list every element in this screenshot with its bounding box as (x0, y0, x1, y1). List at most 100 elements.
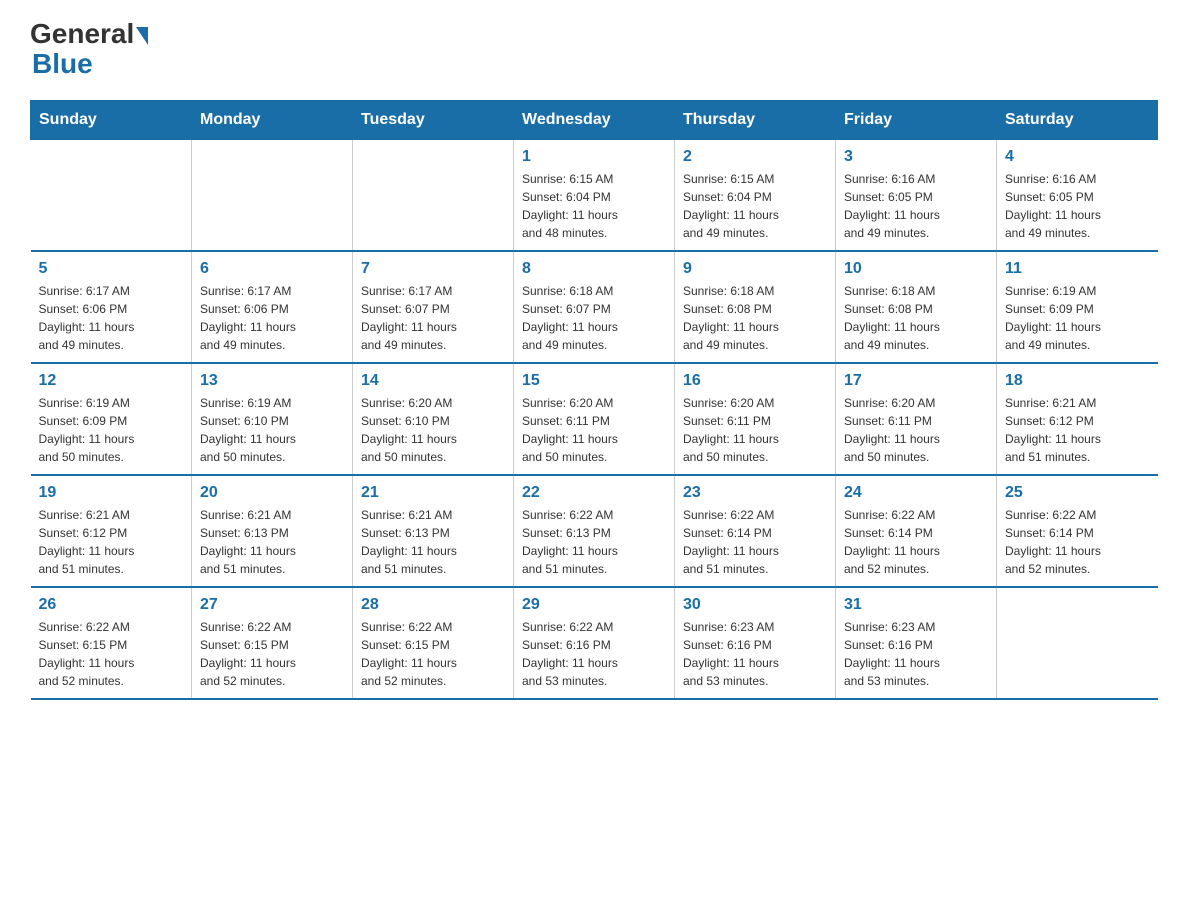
day-info: Sunrise: 6:22 AMSunset: 6:15 PMDaylight:… (39, 618, 184, 690)
logo: General Blue (30, 20, 148, 80)
calendar-cell: 5Sunrise: 6:17 AMSunset: 6:06 PMDaylight… (31, 251, 192, 363)
day-number: 5 (39, 260, 184, 278)
day-number: 27 (200, 596, 344, 614)
day-info: Sunrise: 6:23 AMSunset: 6:16 PMDaylight:… (683, 618, 827, 690)
calendar-cell: 25 Sunrise: 6:22 AMSunset: 6:14 PMDayligh… (997, 475, 1158, 587)
day-number: 29 (522, 596, 666, 614)
day-info: Sunrise: 6:22 AMSunset: 6:14 PMDaylight:… (683, 506, 827, 578)
header-monday: Monday (192, 101, 353, 140)
header-sunday: Sunday (31, 101, 192, 140)
day-info: Sunrise: 6:18 AMSunset: 6:08 PMDaylight:… (683, 282, 827, 354)
day-info: Sunrise: 6:22 AMSunset: 6:15 PMDaylight:… (361, 618, 505, 690)
day-number: 9 (683, 260, 827, 278)
calendar-cell: 2 Sunrise: 6:15 AMSunset: 6:04 PMDaylight… (675, 140, 836, 252)
calendar-week-row: 5 Sunrise: 6:17 AMSunset: 6:06 PMDaylight… (31, 251, 1158, 363)
day-info: Sunrise: 6:22 AMSunset: 6:15 PMDaylight:… (200, 618, 344, 690)
day-number: 3 (844, 148, 988, 166)
day-number: 22 (522, 484, 666, 502)
day-number: 30 (683, 596, 827, 614)
calendar-cell: 21Sunrise: 6:21 AMSunset: 6:13 PMDayligh… (353, 475, 514, 587)
calendar-cell: 24 Sunrise: 6:22 AMSunset: 6:14 PMDayligh… (836, 475, 997, 587)
calendar-week-row: 12 Sunrise: 6:19 AMSunset: 6:09 PMDayligh… (31, 363, 1158, 475)
day-info: Sunrise: 6:15 AMSunset: 6:04 PMDaylight:… (683, 170, 827, 242)
day-info: Sunrise: 6:21 AMSunset: 6:12 PMDaylight:… (39, 506, 184, 578)
day-info: Sunrise: 6:20 AMSunset: 6:11 PMDaylight:… (844, 394, 988, 466)
day-number: 7 (361, 260, 505, 278)
day-info: Sunrise: 6:18 AMSunset: 6:07 PMDaylight:… (522, 282, 666, 354)
day-info: Sunrise: 6:16 AMSunset: 6:05 PMDaylight:… (844, 170, 988, 242)
day-info: Sunrise: 6:21 AMSunset: 6:12 PMDaylight:… (1005, 394, 1150, 466)
day-info: Sunrise: 6:22 AMSunset: 6:14 PMDaylight:… (1005, 506, 1150, 578)
day-number: 31 (844, 596, 988, 614)
calendar-cell: 17 Sunrise: 6:20 AMSunset: 6:11 PMDayligh… (836, 363, 997, 475)
calendar-cell: 18 Sunrise: 6:21 AMSunset: 6:12 PMDayligh… (997, 363, 1158, 475)
calendar-cell (353, 140, 514, 252)
calendar-cell: 29 Sunrise: 6:22 AMSunset: 6:16 PMDayligh… (514, 587, 675, 699)
day-info: Sunrise: 6:22 AMSunset: 6:16 PMDaylight:… (522, 618, 666, 690)
calendar-cell: 9 Sunrise: 6:18 AMSunset: 6:08 PMDaylight… (675, 251, 836, 363)
day-info: Sunrise: 6:20 AMSunset: 6:11 PMDaylight:… (522, 394, 666, 466)
calendar-cell: 15 Sunrise: 6:20 AMSunset: 6:11 PMDayligh… (514, 363, 675, 475)
calendar-cell (997, 587, 1158, 699)
day-info: Sunrise: 6:19 AMSunset: 6:09 PMDaylight:… (39, 394, 184, 466)
day-info: Sunrise: 6:16 AMSunset: 6:05 PMDaylight:… (1005, 170, 1150, 242)
calendar-cell: 8 Sunrise: 6:18 AMSunset: 6:07 PMDaylight… (514, 251, 675, 363)
calendar-cell: 13Sunrise: 6:19 AMSunset: 6:10 PMDayligh… (192, 363, 353, 475)
calendar-cell: 16Sunrise: 6:20 AMSunset: 6:11 PMDayligh… (675, 363, 836, 475)
calendar-cell: 4 Sunrise: 6:16 AMSunset: 6:05 PMDaylight… (997, 140, 1158, 252)
day-number: 25 (1005, 484, 1150, 502)
day-number: 6 (200, 260, 344, 278)
day-number: 18 (1005, 372, 1150, 390)
header-saturday: Saturday (997, 101, 1158, 140)
calendar-week-row: 1Sunrise: 6:15 AMSunset: 6:04 PMDaylight… (31, 140, 1158, 252)
calendar-cell: 3 Sunrise: 6:16 AMSunset: 6:05 PMDaylight… (836, 140, 997, 252)
calendar-cell: 31 Sunrise: 6:23 AMSunset: 6:16 PMDayligh… (836, 587, 997, 699)
day-number: 2 (683, 148, 827, 166)
calendar-cell: 1Sunrise: 6:15 AMSunset: 6:04 PMDaylight… (514, 140, 675, 252)
calendar-cell: 23Sunrise: 6:22 AMSunset: 6:14 PMDayligh… (675, 475, 836, 587)
calendar-cell: 7 Sunrise: 6:17 AMSunset: 6:07 PMDaylight… (353, 251, 514, 363)
day-number: 19 (39, 484, 184, 502)
day-info: Sunrise: 6:21 AMSunset: 6:13 PMDaylight:… (361, 506, 505, 578)
day-number: 4 (1005, 148, 1150, 166)
day-info: Sunrise: 6:18 AMSunset: 6:08 PMDaylight:… (844, 282, 988, 354)
day-number: 17 (844, 372, 988, 390)
page-header: General Blue (30, 20, 1158, 80)
day-info: Sunrise: 6:17 AMSunset: 6:06 PMDaylight:… (200, 282, 344, 354)
calendar-cell: 28 Sunrise: 6:22 AMSunset: 6:15 PMDayligh… (353, 587, 514, 699)
calendar-week-row: 19 Sunrise: 6:21 AMSunset: 6:12 PMDayligh… (31, 475, 1158, 587)
day-info: Sunrise: 6:20 AMSunset: 6:10 PMDaylight:… (361, 394, 505, 466)
day-number: 8 (522, 260, 666, 278)
calendar-cell: 20Sunrise: 6:21 AMSunset: 6:13 PMDayligh… (192, 475, 353, 587)
day-number: 11 (1005, 260, 1150, 278)
calendar-cell: 26 Sunrise: 6:22 AMSunset: 6:15 PMDayligh… (31, 587, 192, 699)
day-info: Sunrise: 6:21 AMSunset: 6:13 PMDaylight:… (200, 506, 344, 578)
calendar-cell: 11 Sunrise: 6:19 AMSunset: 6:09 PMDayligh… (997, 251, 1158, 363)
calendar-cell: 12 Sunrise: 6:19 AMSunset: 6:09 PMDayligh… (31, 363, 192, 475)
header-tuesday: Tuesday (353, 101, 514, 140)
calendar-cell: 19 Sunrise: 6:21 AMSunset: 6:12 PMDayligh… (31, 475, 192, 587)
day-number: 28 (361, 596, 505, 614)
day-number: 24 (844, 484, 988, 502)
day-info: Sunrise: 6:23 AMSunset: 6:16 PMDaylight:… (844, 618, 988, 690)
day-number: 12 (39, 372, 184, 390)
logo-arrow-icon (136, 27, 148, 45)
day-number: 10 (844, 260, 988, 278)
day-info: Sunrise: 6:19 AMSunset: 6:10 PMDaylight:… (200, 394, 344, 466)
calendar-cell (31, 140, 192, 252)
calendar-table: SundayMondayTuesdayWednesdayThursdayFrid… (30, 100, 1158, 700)
calendar-cell: 30 Sunrise: 6:23 AMSunset: 6:16 PMDayligh… (675, 587, 836, 699)
day-info: Sunrise: 6:17 AMSunset: 6:07 PMDaylight:… (361, 282, 505, 354)
calendar-header-row: SundayMondayTuesdayWednesdayThursdayFrid… (31, 101, 1158, 140)
calendar-cell (192, 140, 353, 252)
calendar-week-row: 26 Sunrise: 6:22 AMSunset: 6:15 PMDayligh… (31, 587, 1158, 699)
day-info: Sunrise: 6:22 AMSunset: 6:14 PMDaylight:… (844, 506, 988, 578)
day-info: Sunrise: 6:20 AMSunset: 6:11 PMDaylight:… (683, 394, 827, 466)
header-friday: Friday (836, 101, 997, 140)
calendar-cell: 6 Sunrise: 6:17 AMSunset: 6:06 PMDaylight… (192, 251, 353, 363)
day-number: 15 (522, 372, 666, 390)
day-number: 26 (39, 596, 184, 614)
day-info: Sunrise: 6:19 AMSunset: 6:09 PMDaylight:… (1005, 282, 1150, 354)
calendar-cell: 27 Sunrise: 6:22 AMSunset: 6:15 PMDayligh… (192, 587, 353, 699)
header-thursday: Thursday (675, 101, 836, 140)
